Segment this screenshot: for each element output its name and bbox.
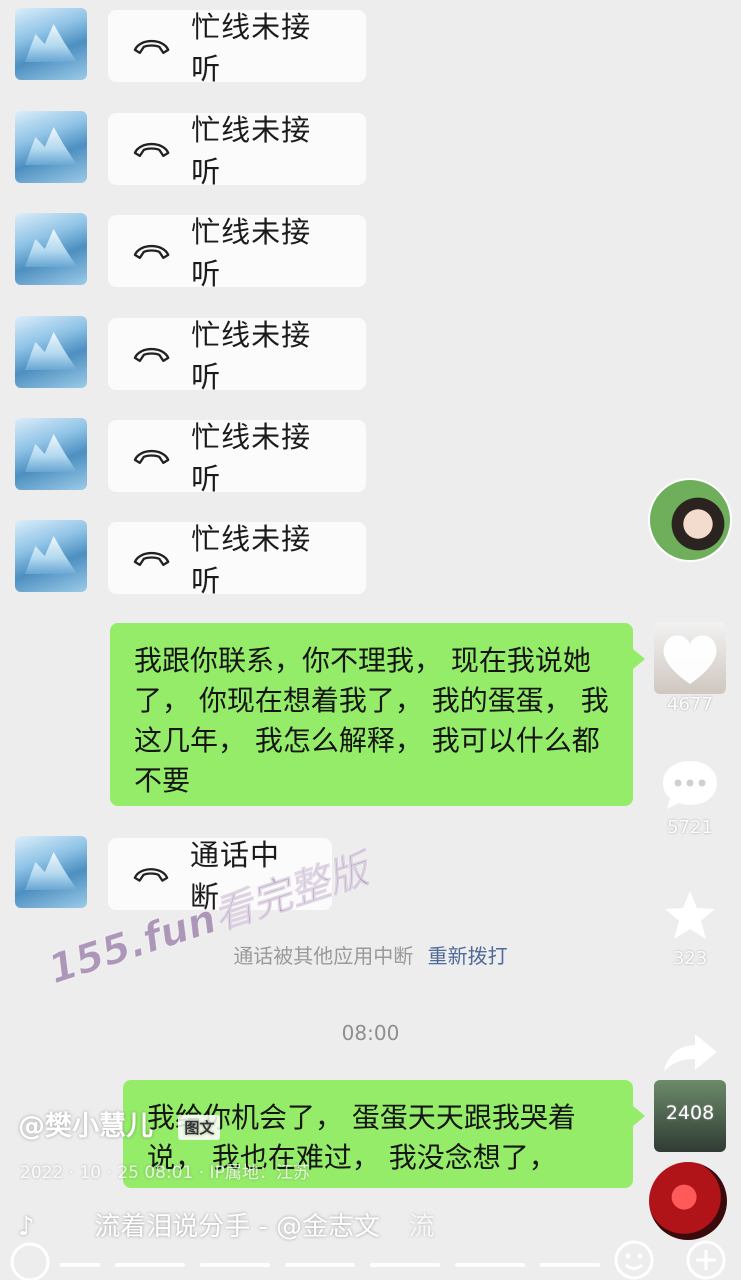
hangup-phone-icon (133, 449, 170, 465)
contact-avatar[interactable] (15, 836, 87, 908)
post-meta: 2022 · 10 · 25 08:01 · IP属地：江苏 (20, 1163, 310, 1183)
outgoing-message-text: 我跟你联系，你不理我， 现在我说她了， 你现在想着我了， 我的蛋蛋， 我这几年，… (134, 644, 609, 797)
contact-avatar[interactable] (15, 8, 87, 80)
share-arrow-icon (664, 1034, 717, 1072)
add-icon[interactable] (684, 1238, 728, 1280)
comment-count: 5721 (667, 817, 713, 838)
contact-avatar[interactable] (15, 316, 87, 388)
redial-link[interactable]: 重新拨打 (428, 944, 508, 968)
music-title-scroll: 流 (408, 1212, 435, 1242)
music-disc[interactable] (649, 1162, 727, 1242)
music-disc-icon (649, 1162, 727, 1240)
contact-avatar[interactable] (15, 418, 87, 490)
contact-avatar[interactable] (15, 520, 87, 592)
share-count: 2408 (665, 1102, 715, 1124)
like-button[interactable]: 4677 (653, 622, 727, 722)
carousel-indicator (200, 1263, 270, 1267)
carousel-indicator (540, 1263, 600, 1267)
post-type-tag: 图文 (178, 1115, 221, 1140)
hangup-phone-icon (133, 868, 169, 882)
danmaku-icon[interactable] (8, 1240, 52, 1280)
author-handle[interactable]: @樊小慧儿 图文 (18, 1104, 221, 1143)
music-bar[interactable]: ♪ 流着泪说分手 - @金志文 流 (18, 1206, 434, 1243)
share-count-thumbnail[interactable]: 2408 (653, 1080, 727, 1152)
hangup-phone-icon (133, 39, 170, 55)
missed-call-bubble[interactable]: 忙线未接听 (108, 215, 366, 291)
carousel-indicator (370, 1263, 440, 1267)
like-thumbnail (654, 622, 726, 694)
comment-button[interactable]: 5721 (653, 757, 727, 853)
like-count: 4677 (667, 694, 713, 715)
hangup-phone-icon (133, 142, 170, 158)
star-icon (665, 891, 715, 939)
music-title: 流着泪说分手 - @金志文 (94, 1212, 381, 1242)
heart-icon (663, 635, 717, 684)
music-note-icon: ♪ (18, 1212, 35, 1242)
author-avatar-image (648, 478, 732, 562)
outgoing-message-bubble[interactable]: 我跟你联系，你不理我， 现在我说她了， 你现在想着我了， 我的蛋蛋， 我这几年，… (110, 623, 645, 806)
carousel-indicator (115, 1263, 185, 1267)
share-button[interactable] (653, 1030, 727, 1076)
chat-timestamp: 08:00 (341, 1021, 400, 1045)
missed-call-bubble[interactable]: 忙线未接听 (108, 420, 366, 496)
hangup-phone-icon (133, 551, 170, 567)
missed-call-label: 忙线未接听 (191, 113, 312, 189)
missed-call-bubble[interactable]: 忙线未接听 (108, 318, 366, 394)
missed-call-bubble[interactable]: 忙线未接听 (108, 522, 366, 598)
missed-call-label: 忙线未接听 (191, 420, 312, 496)
missed-call-label: 忙线未接听 (191, 318, 312, 394)
author-name: @樊小慧儿 (18, 1111, 153, 1142)
contact-avatar[interactable] (15, 111, 87, 183)
favorite-count: 323 (672, 948, 708, 969)
hangup-phone-icon (133, 244, 170, 260)
carousel-indicator (60, 1263, 100, 1267)
contact-avatar[interactable] (15, 213, 87, 285)
favorite-button[interactable]: 323 (653, 888, 727, 984)
missed-call-bubble[interactable]: 忙线未接听 (108, 113, 366, 189)
system-note-text: 通话被其他应用中断 (233, 944, 414, 968)
missed-call-label: 忙线未接听 (191, 10, 312, 86)
missed-call-label: 忙线未接听 (191, 215, 312, 291)
author-avatar[interactable] (648, 478, 732, 564)
carousel-indicator (455, 1263, 525, 1267)
emoji-icon[interactable] (612, 1238, 656, 1280)
missed-call-bubble[interactable]: 忙线未接听 (108, 10, 366, 86)
missed-call-label: 忙线未接听 (191, 522, 312, 598)
comment-icon (663, 761, 717, 809)
carousel-indicator (285, 1263, 355, 1267)
hangup-phone-icon (133, 347, 170, 363)
